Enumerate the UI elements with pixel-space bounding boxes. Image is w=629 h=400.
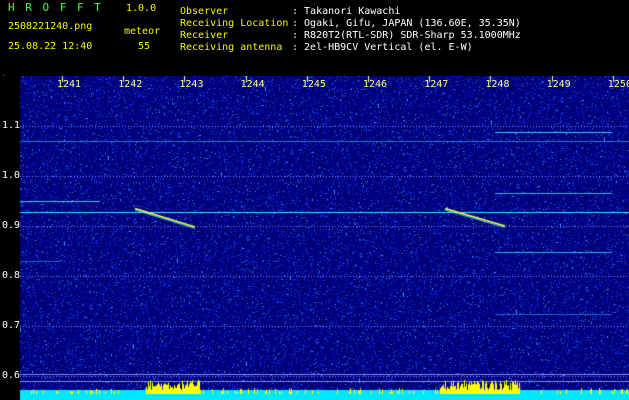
file-name: 2508221240.png <box>8 21 93 32</box>
y-tick-label: 0.7 <box>2 320 21 331</box>
x-tick-label: 1241 <box>57 79 82 90</box>
field-label-location: Receiving Location <box>180 18 289 29</box>
x-tick-label: 1242 <box>118 79 143 90</box>
field-value-location: : Ogaki, Gifu, JAPAN (136.60E, 35.35N) <box>292 18 521 29</box>
field-label-receiver: Receiver <box>180 30 229 41</box>
y-tick-label: 1.1 <box>2 120 21 131</box>
mode-label: meteor <box>124 26 161 37</box>
x-tick-label: 1249 <box>546 79 571 90</box>
date-time: 25.08.22 12:40 <box>8 41 93 52</box>
field-value-antenna: : 2el-HB9CV Vertical (el. E-W) <box>292 42 473 53</box>
x-tick-label: 1245 <box>301 79 326 90</box>
app-title: H R O F F T <box>8 1 103 14</box>
field-label-antenna: Receiving antenna <box>180 42 283 53</box>
app-version: 1.0.0 <box>126 3 157 14</box>
y-tick-label: 0.8 <box>2 270 21 281</box>
y-tick-label: 0.9 <box>2 220 21 231</box>
x-tick-label: 1248 <box>485 79 510 90</box>
y-tick-label: 1.0 <box>2 170 21 181</box>
x-tick-label: 1250 <box>607 79 629 90</box>
field-value-observer: : Takanori Kawachi <box>292 6 401 17</box>
meteor-count: 55 <box>138 41 151 52</box>
x-tick-label: 1244 <box>240 79 265 90</box>
y-tick-label: 0.6 <box>2 370 21 381</box>
field-value-receiver: : R820T2(RTL-SDR) SDR-Sharp 53.1000MHz <box>292 30 521 41</box>
field-label-observer: Observer <box>180 6 229 17</box>
x-tick-label: 1243 <box>179 79 204 90</box>
waterfall-spectrogram <box>0 76 629 400</box>
x-tick-label: 1247 <box>424 79 449 90</box>
x-tick-label: 1246 <box>363 79 388 90</box>
